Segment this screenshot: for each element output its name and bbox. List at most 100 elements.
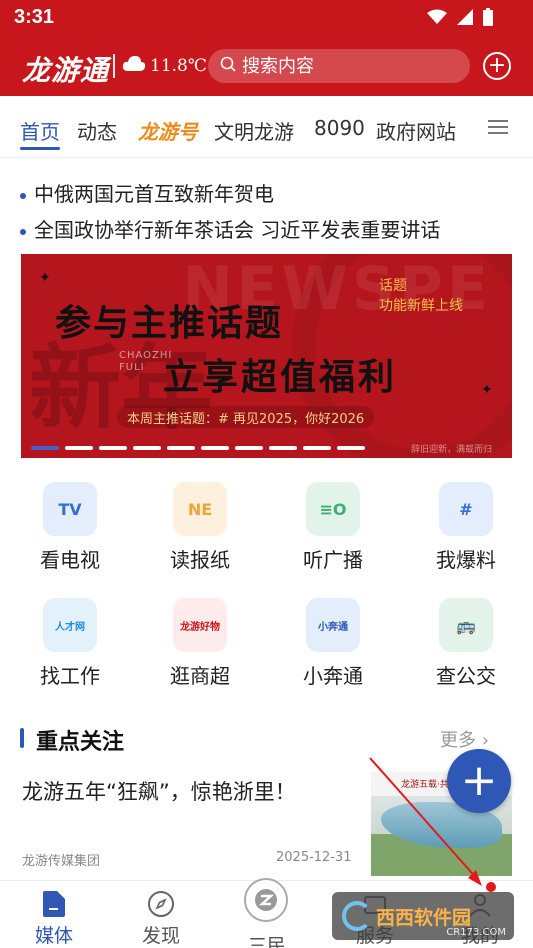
carousel-dot[interactable] [269, 446, 297, 450]
tv-icon: TV [43, 482, 97, 536]
service-label: 找工作 [40, 664, 100, 688]
service-tv[interactable]: TV 看电视 [15, 482, 125, 573]
carousel-dot[interactable] [235, 446, 263, 450]
headline-item[interactable]: 中俄两国元首互致新年贺电 [20, 178, 274, 207]
section-title: 重点关注 [36, 730, 125, 755]
service-job[interactable]: 人才网 找工作 [15, 598, 125, 689]
tab-8090[interactable]: 8090 [314, 116, 365, 140]
service-label: 小奔通 [303, 664, 363, 688]
service-icon-glyph: 小奔通 [318, 621, 348, 633]
sanmin-icon[interactable] [244, 878, 288, 922]
service-label: 查公交 [436, 664, 496, 688]
nav-label: 三民 [247, 935, 286, 948]
banner-topic: 本周主推话题：# 再见2025，你好2026 [117, 406, 375, 428]
floating-add-button[interactable]: + [447, 749, 511, 813]
service-newspaper[interactable]: NE 读报纸 [145, 482, 255, 573]
xiaobentong-icon: 小奔通 [306, 598, 360, 652]
service-icon-glyph: NE [187, 499, 213, 519]
banner-title-1: 参与主推话题 [55, 303, 284, 344]
banner-title-2: 立享超值福利 [163, 357, 398, 398]
hashtag-icon: # [439, 482, 493, 536]
status-bar: 3:31 [0, 0, 533, 36]
nav-label: 发现 [141, 925, 180, 947]
bus-icon: 🚌 [439, 598, 493, 652]
service-label: 看电视 [40, 548, 100, 572]
cloud-icon [122, 55, 146, 76]
service-icon-glyph: 🚌 [456, 615, 476, 635]
chevron-right-icon: › [481, 730, 489, 751]
headline-text: 全国政协举行新年茶话会 习近平发表重要讲话 [34, 218, 441, 242]
carousel-dot[interactable] [99, 446, 127, 450]
service-icon-glyph: 人才网 [55, 621, 85, 633]
service-hashtag[interactable]: # 我爆料 [411, 482, 521, 573]
nav-discover[interactable]: 发现 [116, 881, 206, 948]
search-icon [220, 56, 236, 77]
watermark: 西西软件园 CR173.COM [332, 892, 514, 940]
status-time: 3:31 [14, 6, 55, 28]
app-bar: 龙游通 11.8℃ + [0, 40, 533, 92]
add-button[interactable]: + [483, 52, 511, 80]
wifi-icon [427, 9, 447, 29]
article-title[interactable]: 龙游五年“狂飙”，惊艳浙里！ [22, 776, 296, 806]
article-date: 2025-12-31 [276, 850, 352, 865]
service-radio[interactable]: ≡O 听广播 [278, 482, 388, 573]
service-icon-glyph: TV [58, 499, 82, 519]
tab-home[interactable]: 首页 [20, 116, 60, 145]
service-label: 我爆料 [436, 548, 496, 572]
more-link[interactable]: 更多 › [440, 726, 489, 752]
notification-dot [486, 882, 496, 892]
watermark-text: 西西软件园 [376, 906, 472, 929]
banner-side-text: 话题 功能新鲜上线 [379, 276, 463, 316]
active-tab-indicator [20, 147, 60, 150]
nav-media[interactable]: 媒体 [9, 881, 99, 948]
carousel-dot[interactable] [303, 446, 331, 450]
carousel-dot[interactable] [65, 446, 93, 450]
radio-icon: ≡O [306, 482, 360, 536]
sparkle-icon: ✦ [39, 270, 51, 286]
nav-label: 媒体 [34, 925, 73, 947]
service-mall[interactable]: 龙游好物 逛商超 [145, 598, 255, 689]
plus-icon: + [487, 53, 507, 78]
service-label: 听广播 [303, 548, 363, 572]
job-icon: 人才网 [43, 598, 97, 652]
weather-widget[interactable]: 11.8℃ [122, 55, 207, 76]
watermark-logo-icon [342, 901, 372, 931]
search-input[interactable] [242, 55, 442, 77]
headline-text: 中俄两国元首互致新年贺电 [34, 182, 274, 206]
service-icon-glyph: ≡O [319, 499, 347, 519]
bullet-icon [20, 192, 26, 199]
service-bus[interactable]: 🚌 查公交 [411, 598, 521, 689]
document-icon [39, 889, 69, 919]
headline-item[interactable]: 全国政协举行新年茶话会 习近平发表重要讲话 [20, 214, 440, 243]
banner-side-line2: 功能新鲜上线 [379, 298, 463, 314]
temperature: 11.8℃ [150, 55, 207, 76]
watermark-subtext: CR173.COM [446, 927, 506, 938]
app-logo: 龙游通 [22, 54, 110, 87]
tab-wenming-longyou[interactable]: 文明龙游 [214, 116, 294, 145]
newspaper-icon: NE [173, 482, 227, 536]
carousel-dot[interactable] [337, 446, 365, 450]
banner-side-line1: 话题 [379, 278, 407, 294]
battery-icon [483, 8, 493, 30]
carousel-dot[interactable] [201, 446, 229, 450]
menu-icon[interactable] [488, 120, 508, 134]
service-label: 读报纸 [170, 548, 230, 572]
tab-dynamics[interactable]: 动态 [77, 116, 117, 145]
mall-icon: 龙游好物 [173, 598, 227, 652]
promo-banner[interactable]: NEWSPE 新年 ✦ ✦ 参与主推话题 话题 功能新鲜上线 CHAOZHI F… [21, 254, 512, 458]
search-bar[interactable] [208, 49, 470, 83]
tab-longyouhao[interactable]: 龙游号 [138, 116, 198, 145]
service-icon-glyph: # [459, 499, 473, 519]
bullet-icon [20, 228, 26, 235]
tab-government[interactable]: 政府网站 [376, 116, 456, 145]
carousel-indicators [31, 446, 365, 450]
service-xiaobentong[interactable]: 小奔通 小奔通 [278, 598, 388, 689]
carousel-dot[interactable] [31, 446, 59, 450]
plus-icon: + [460, 755, 498, 806]
carousel-dot[interactable] [133, 446, 161, 450]
signal-icon [457, 9, 473, 29]
service-icon-glyph: 龙游好物 [180, 621, 220, 633]
more-label: 更多 [440, 730, 476, 751]
sparkle-icon: ✦ [481, 382, 493, 398]
carousel-dot[interactable] [167, 446, 195, 450]
